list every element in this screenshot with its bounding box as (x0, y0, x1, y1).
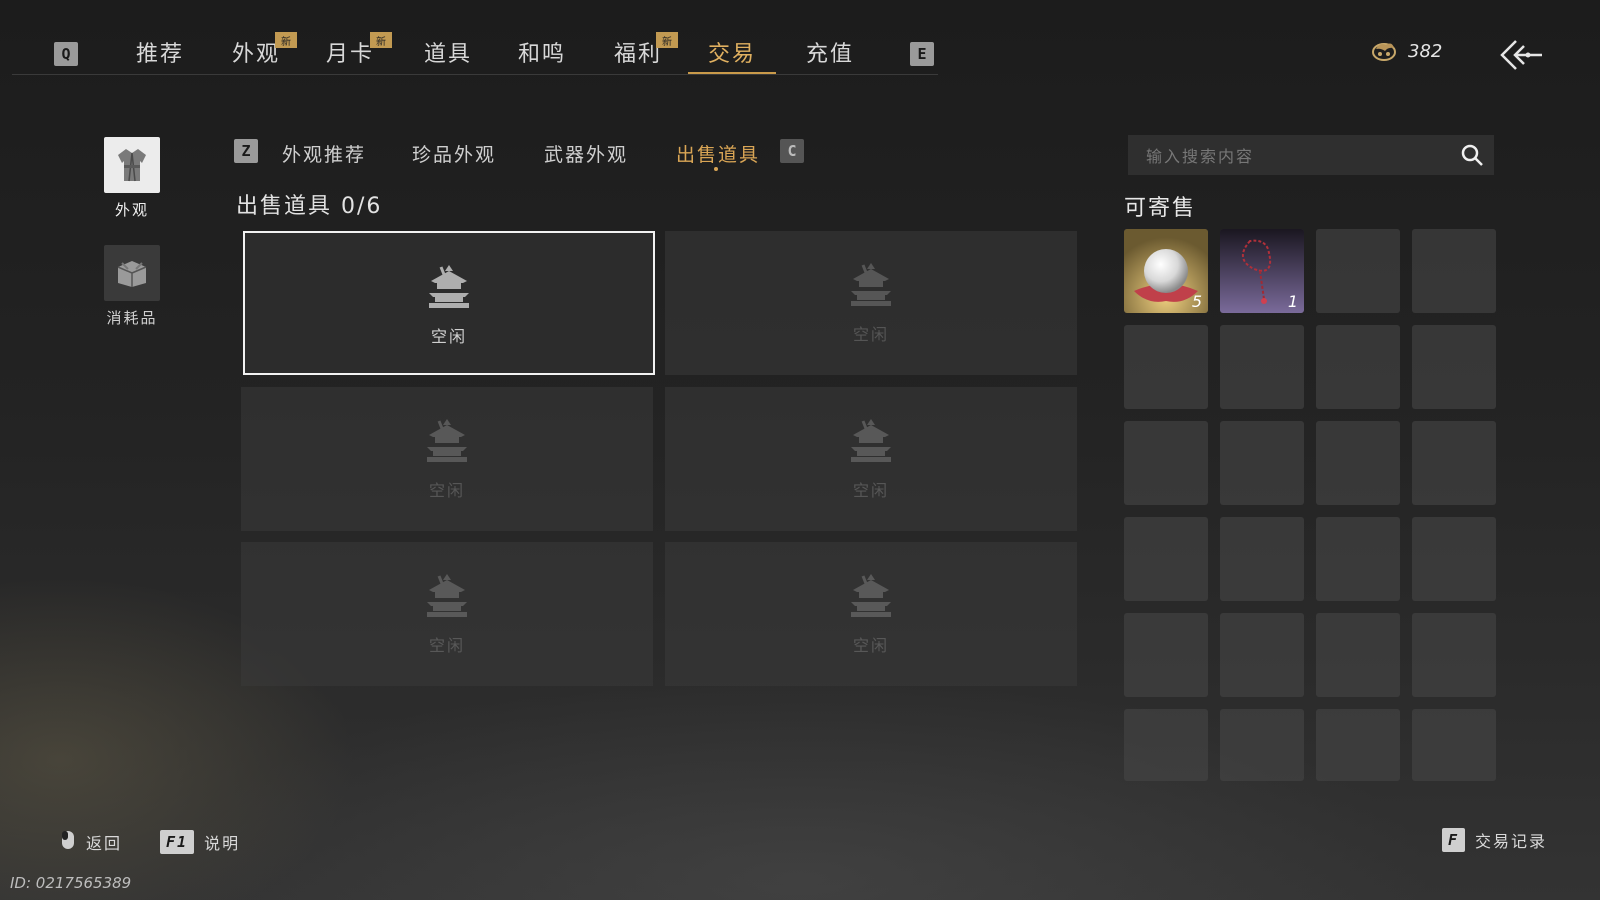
key-c-hint[interactable]: C (780, 139, 804, 163)
tab-harmony[interactable]: 和鸣 (518, 36, 566, 68)
sell-slot[interactable]: 空闲 (665, 231, 1077, 375)
empty-inventory-cell (1124, 709, 1208, 781)
empty-inventory-cell (1124, 613, 1208, 697)
new-badge: 新 (656, 32, 678, 48)
empty-inventory-cell (1316, 613, 1400, 697)
sell-section-title: 出售道具 0/6 (236, 194, 383, 219)
back-hint-label[interactable]: 返回 (86, 830, 122, 854)
empty-inventory-cell (1412, 517, 1496, 601)
pavilion-icon (845, 415, 897, 471)
pavilion-icon (845, 570, 897, 626)
tab-trade[interactable]: 交易 (708, 36, 756, 68)
slot-status-label: 空闲 (852, 636, 889, 655)
sidebar-item-label: 消耗品 (106, 309, 158, 327)
sell-slot[interactable]: 空闲 (665, 387, 1077, 531)
subtab-rare-appearance[interactable]: 珍品外观 (412, 140, 496, 167)
empty-inventory-cell (1220, 325, 1304, 409)
sell-slot[interactable]: 空闲 (241, 542, 653, 686)
empty-inventory-cell (1316, 229, 1400, 313)
search-box (1128, 135, 1494, 175)
tab-appearance[interactable]: 外观 (232, 36, 280, 68)
pavilion-icon (845, 259, 897, 315)
tab-welfare[interactable]: 福利 (614, 36, 662, 68)
empty-inventory-cell (1316, 421, 1400, 505)
subtab-weapon-appearance[interactable]: 武器外观 (544, 140, 628, 167)
f-key-hint[interactable]: F (1442, 828, 1466, 852)
subtab-appearance-recommend[interactable]: 外观推荐 (282, 140, 366, 167)
empty-inventory-cell (1220, 613, 1304, 697)
pavilion-icon (423, 261, 475, 317)
player-id: ID: 0217565389 (10, 874, 132, 892)
tab-monthly-card[interactable]: 月卡 (326, 36, 374, 68)
consignable-title: 可寄售 (1124, 196, 1197, 221)
new-badge: 新 (275, 32, 297, 48)
sidebar-item-consumables[interactable]: 消耗品 (104, 245, 160, 328)
bead-string-item-cell[interactable]: 1 (1220, 229, 1304, 313)
empty-inventory-cell (1412, 709, 1496, 781)
key-z-hint[interactable]: Z (234, 139, 258, 163)
key-e-hint[interactable]: E (910, 42, 934, 66)
currency-value: 382 (1408, 40, 1443, 62)
top-nav: Q 推荐 外观 新 月卡 新 道具 和鸣 福利 新 交易 充值 E (0, 0, 1600, 80)
footer-right: F 交易记录 (1442, 828, 1547, 852)
empty-inventory-cell (1220, 421, 1304, 505)
new-badge: 新 (370, 32, 392, 48)
coin-dragon-icon (1372, 43, 1396, 61)
key-q-hint[interactable]: Q (54, 42, 78, 66)
empty-inventory-cell (1412, 613, 1496, 697)
tab-items[interactable]: 道具 (424, 36, 472, 68)
slot-status-label: 空闲 (430, 327, 467, 346)
tab-recharge[interactable]: 充值 (806, 36, 854, 68)
slot-status-label: 空闲 (428, 636, 465, 655)
trade-record-label[interactable]: 交易记录 (1475, 828, 1547, 852)
pavilion-icon (421, 570, 473, 626)
item-count: 1 (1287, 292, 1298, 311)
search-input[interactable] (1144, 143, 1448, 169)
sell-slot[interactable]: 空闲 (243, 231, 655, 375)
pavilion-icon (421, 415, 473, 471)
empty-inventory-cell (1220, 709, 1304, 781)
empty-inventory-cell (1412, 421, 1496, 505)
empty-inventory-cell (1124, 325, 1208, 409)
empty-inventory-cell (1124, 517, 1208, 601)
empty-inventory-cell (1316, 709, 1400, 781)
robe-icon (104, 137, 160, 193)
subtab-sell-items[interactable]: 出售道具 (676, 140, 760, 167)
sell-slot[interactable]: 空闲 (241, 387, 653, 531)
empty-inventory-cell (1412, 229, 1496, 313)
nav-divider (12, 74, 938, 75)
empty-inventory-cell (1316, 325, 1400, 409)
sidebar-item-label: 外观 (114, 201, 149, 219)
help-hint-label[interactable]: 说明 (204, 830, 240, 854)
slot-status-label: 空闲 (428, 481, 465, 500)
package-icon (104, 245, 160, 301)
back-arrow-icon[interactable] (1498, 38, 1544, 72)
search-icon[interactable] (1460, 143, 1484, 167)
empty-inventory-cell (1124, 421, 1208, 505)
active-subtab-dot (714, 167, 718, 171)
empty-inventory-cell (1220, 517, 1304, 601)
footer-left: 返回 F1 说明 (60, 828, 240, 856)
mouse-icon (60, 829, 76, 855)
currency-display: 382 (1370, 36, 1450, 66)
pearl-item-cell[interactable]: 5 (1124, 229, 1208, 313)
empty-inventory-cell (1316, 517, 1400, 601)
sell-slot[interactable]: 空闲 (665, 542, 1077, 686)
empty-inventory-cell (1412, 325, 1496, 409)
inventory-grid: 51 (1124, 229, 1496, 781)
tab-recommend[interactable]: 推荐 (136, 36, 184, 68)
sidebar-item-appearance[interactable]: 外观 (104, 137, 160, 220)
f1-key-hint[interactable]: F1 (160, 830, 195, 854)
item-count: 5 (1191, 292, 1202, 311)
slot-status-label: 空闲 (852, 325, 889, 344)
slot-status-label: 空闲 (852, 481, 889, 500)
